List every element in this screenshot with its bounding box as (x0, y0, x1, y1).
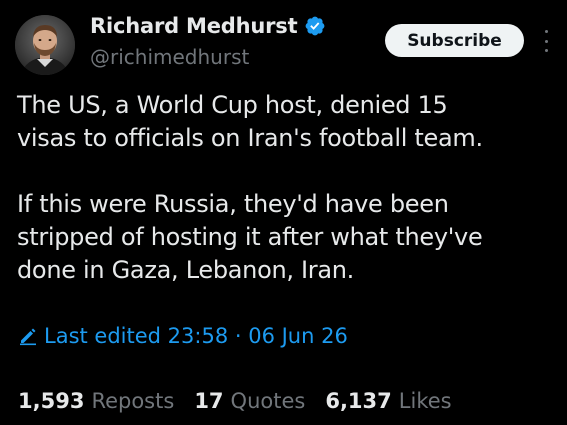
last-edited-link[interactable]: Last edited 23:58 · 06 Jun 26 (18, 324, 348, 348)
more-dot (544, 49, 548, 52)
author-display-name[interactable]: Richard Medhurst (90, 14, 298, 38)
stat-count: 6,137 (325, 389, 392, 413)
tweet-paragraph-1: The US, a World Cup host, denied 15 visa… (17, 91, 483, 152)
quotes-stat[interactable]: 17 Quotes (194, 389, 305, 413)
stat-count: 17 (194, 389, 224, 413)
tweet-text: The US, a World Cup host, denied 15 visa… (17, 89, 557, 287)
avatar[interactable] (15, 15, 75, 75)
avatar-image (15, 15, 75, 75)
tweet-paragraph-2: If this were Russia, they'd have been st… (17, 190, 483, 284)
reposts-stat[interactable]: 1,593 Reposts (18, 389, 174, 413)
stat-label: Likes (398, 389, 452, 413)
stat-count: 1,593 (18, 389, 85, 413)
verified-badge-icon[interactable] (304, 15, 326, 37)
more-dot (544, 30, 548, 33)
tweet-header: Richard Medhurst @richimedhurst Subscrib… (0, 0, 567, 90)
stat-label: Reposts (91, 389, 175, 413)
more-dot (544, 39, 548, 43)
more-vertical-icon[interactable] (541, 28, 551, 54)
stat-label: Quotes (230, 389, 306, 413)
subscribe-button[interactable]: Subscribe (385, 24, 524, 57)
author-handle[interactable]: @richimedhurst (90, 45, 249, 69)
likes-stat[interactable]: 6,137 Likes (325, 389, 451, 413)
name-row: Richard Medhurst (90, 14, 326, 38)
pencil-icon (18, 326, 38, 346)
engagement-stats: 1,593 Reposts 17 Quotes 6,137 Likes (18, 389, 452, 413)
last-edited-label: Last edited 23:58 · 06 Jun 26 (44, 324, 348, 348)
